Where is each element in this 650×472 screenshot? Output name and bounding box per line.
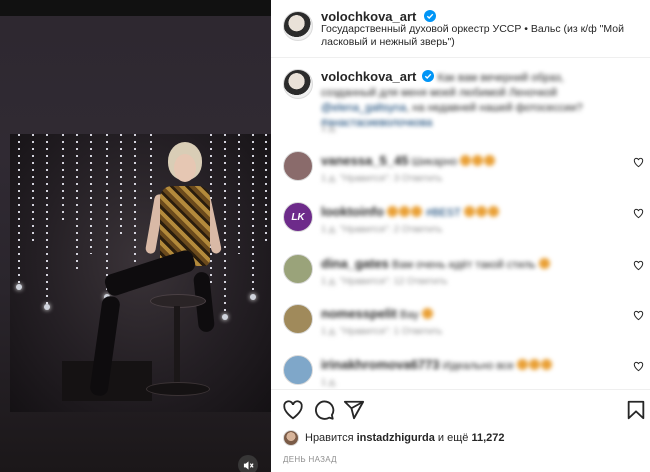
bookmark-icon[interactable] [625,399,647,421]
commenter-avatar[interactable] [283,355,313,385]
commenter-avatar[interactable] [283,304,313,334]
media-top-bar [0,0,271,16]
share-icon[interactable] [343,399,365,421]
commenter-username[interactable]: nomesspelit [321,306,397,321]
caption-username[interactable]: volochkova_art [321,69,416,84]
comment-text: Вам очень идёт такой стиль [391,259,536,271]
author-username[interactable]: volochkova_art [321,9,416,24]
post-caption: volochkova_art Как вам вечерний образ, с… [271,69,650,149]
post-date[interactable]: ДЕНЬ НАЗАД [283,455,337,464]
caption-text-2: , на недавней нашей фотосессии? [406,102,583,114]
comment-like-icon[interactable] [633,260,644,271]
comment-like-icon[interactable] [633,310,644,321]
comment-item: nomesspelit Вау 1 д. "Нравится": 1 Ответ… [271,304,650,348]
comment-item: LK looktoinfo #BEST 1 д. "Нравится": 2 О… [271,202,650,246]
action-bar [271,389,650,429]
comment-meta[interactable]: 1 д. "Нравится": 3 Ответить [321,173,442,184]
comment-like-icon[interactable] [633,208,644,219]
comment-meta[interactable]: 1 д. "Нравится": 1 Ответить [321,326,442,337]
post-photo [0,16,271,472]
comment-text[interactable]: #BEST [426,207,461,219]
caption-hashtag[interactable]: #анастасиеволочкова [321,117,432,129]
comment-meta[interactable]: 1 д. "Нравится": 12 Ответить [321,276,448,287]
post-header: volochkova_art Государственный духовой о… [271,0,650,58]
comment-text: Вау [399,309,419,321]
comment-item: irinakhromova6773 Идеально все 1 д. [271,355,650,389]
caption-mention[interactable]: @elena_galtsyna [321,102,406,114]
comment-like-icon[interactable] [633,361,644,372]
liker-username[interactable]: instadzhigurda [357,432,435,444]
comments-list: volochkova_art Как вам вечерний образ, с… [271,59,650,389]
comment-item: vanessa_5_45 Шикарно 1 д. "Нравится": 3 … [271,151,650,195]
comment-text: Идеально все [442,360,514,372]
comment-meta[interactable]: 1 д. "Нравится": 2 Ответить [321,224,442,235]
commenter-username[interactable]: vanessa_5_45 [321,153,408,168]
comment-icon[interactable] [313,399,335,421]
comment-text: Шикарно [411,156,458,168]
liker-avatar[interactable] [283,430,299,446]
mute-button[interactable] [238,455,258,472]
commenter-avatar[interactable]: LK [283,202,313,232]
post-media[interactable] [0,0,271,472]
caption-time: 1 д. [321,123,338,134]
commenter-username[interactable]: irinakhromova6773 [321,357,440,372]
likes-count[interactable]: 11,272 [471,432,504,444]
commenter-username[interactable]: dina_gates [321,256,389,271]
mute-icon [243,460,254,470]
commenter-avatar[interactable] [283,254,313,284]
commenter-avatar[interactable] [283,151,313,181]
post-sidebar: volochkova_art Государственный духовой о… [271,0,650,472]
comment-like-icon[interactable] [633,157,644,168]
comment-meta[interactable]: 1 д. [321,377,337,388]
verified-icon [423,10,436,22]
heart-icon[interactable] [282,399,304,421]
commenter-username[interactable]: looktoinfo [321,204,384,219]
verified-icon [422,70,435,82]
comment-item: dina_gates Вам очень идёт такой стиль 1 … [271,254,650,298]
caption-author-avatar[interactable] [283,69,313,99]
likes-middle: и ещё [437,432,469,444]
likes-prefix: Нравится [305,432,354,444]
likes-summary: Нравится instadzhigurda и ещё 11,272 [283,430,505,446]
audio-track-link[interactable]: Государственный духовой оркестр УССР • В… [321,23,631,49]
author-avatar[interactable] [283,11,313,41]
